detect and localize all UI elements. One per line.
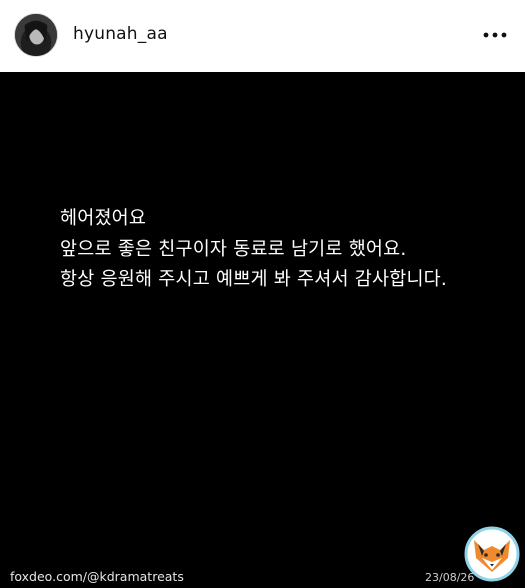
username[interactable]: hyunah_aa xyxy=(73,24,168,44)
avatar-image xyxy=(15,14,57,56)
more-options-button[interactable] xyxy=(481,24,509,46)
more-horizontal-icon xyxy=(483,32,507,38)
post-caption-image-text: 헤어졌어요 앞으로 좋은 친구이자 동료로 남기로 했어요. 항상 응원해 주시… xyxy=(60,204,447,296)
post-header: hyunah_aa xyxy=(0,0,525,72)
post-text-line-1: 헤어졌어요 xyxy=(60,208,147,229)
fox-logo-icon xyxy=(464,526,520,582)
post-text-line-3: 항상 응원해 주시고 예쁘게 봐 주셔서 감사합니다. xyxy=(60,269,447,290)
post-image[interactable] xyxy=(0,72,525,588)
avatar[interactable] xyxy=(14,13,58,57)
watermark-site: foxdeo.com/@kdramatreats xyxy=(10,569,184,584)
post-text-line-2: 앞으로 좋은 친구이자 동료로 남기로 했어요. xyxy=(60,238,407,260)
